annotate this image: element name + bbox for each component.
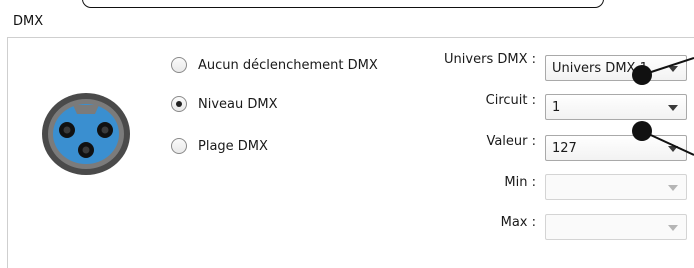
radio-selected-dot [176, 101, 182, 107]
circuit-dropdown[interactable]: 1 [545, 94, 687, 120]
radio-label: Plage DMX [198, 138, 268, 154]
radio-button[interactable] [171, 96, 187, 112]
universe-value: Univers DMX 1 [552, 60, 648, 76]
universe-dropdown[interactable]: Univers DMX 1 [545, 55, 687, 81]
max-dropdown [545, 214, 687, 240]
chevron-down-icon[interactable] [668, 66, 678, 72]
chevron-down-icon[interactable] [668, 105, 678, 111]
chevron-down-icon [668, 185, 678, 191]
radio-button[interactable] [171, 138, 187, 154]
group-title: DMX [13, 14, 44, 29]
chevron-down-icon [668, 225, 678, 231]
chevron-down-icon[interactable] [668, 146, 678, 152]
radio-no-trigger[interactable]: Aucun déclenchement DMX [171, 57, 378, 73]
max-label: Max : [500, 215, 536, 230]
min-label: Min : [504, 175, 536, 190]
radio-label: Aucun déclenchement DMX [198, 57, 378, 73]
circuit-value: 1 [552, 99, 561, 115]
value-label: Valeur : [486, 134, 536, 149]
radio-dmx-level[interactable]: Niveau DMX [171, 96, 278, 112]
radio-dmx-range[interactable]: Plage DMX [171, 138, 268, 154]
xlr-connector-icon [42, 93, 130, 175]
min-dropdown [545, 174, 687, 200]
value-value: 127 [552, 140, 577, 156]
universe-label: Univers DMX : [444, 52, 536, 67]
circuit-label: Circuit : [485, 93, 536, 108]
value-dropdown[interactable]: 127 [545, 135, 687, 161]
callout-bar [82, 0, 604, 8]
radio-button[interactable] [171, 57, 187, 73]
radio-label: Niveau DMX [198, 96, 278, 112]
